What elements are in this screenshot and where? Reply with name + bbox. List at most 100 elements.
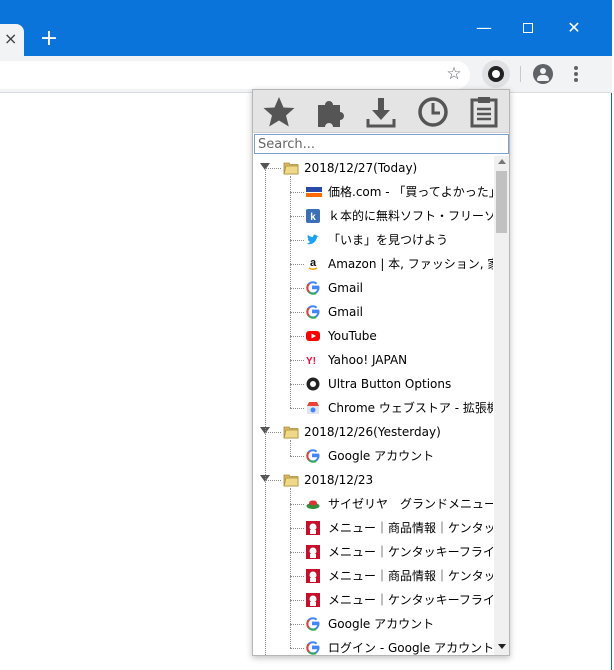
history-entry[interactable]: Gmail — [253, 276, 493, 300]
saizeriya-icon — [306, 497, 320, 511]
scrollbar-thumb[interactable] — [496, 171, 507, 233]
close-window-button[interactable]: ✕ — [562, 18, 586, 38]
svg-text:k: k — [310, 212, 316, 223]
history-entry[interactable]: メニュー｜ケンタッキーフライド — [253, 588, 493, 612]
history-entry-title: メニュー｜商品情報｜ケンタッキー — [328, 521, 493, 535]
vertical-scrollbar[interactable] — [494, 156, 509, 655]
star-icon — [263, 97, 295, 127]
svg-text:Y!: Y! — [306, 356, 316, 367]
extensions-button[interactable] — [314, 95, 348, 129]
tree-connector-line — [290, 360, 304, 361]
bookmarks-star-button[interactable] — [262, 95, 296, 129]
tree-connector-line — [265, 168, 266, 655]
history-day-folder[interactable]: 2018/12/27(Today) — [253, 156, 493, 180]
history-entry-title: サイゼリヤ グランドメニュー — [328, 497, 493, 511]
history-entry[interactable]: Google アカウント — [253, 444, 493, 468]
search-input[interactable] — [254, 134, 509, 154]
google-icon — [306, 281, 320, 295]
scroll-down-icon[interactable] — [498, 644, 506, 649]
twitter-icon — [306, 233, 320, 247]
history-entry[interactable]: 価格.com - 「買ってよかった」 — [253, 180, 493, 204]
tree-connector-line — [290, 288, 304, 289]
browser-tab[interactable]: × — [0, 24, 24, 56]
history-entry-title: Gmail — [328, 281, 364, 295]
webstore-icon — [306, 401, 320, 415]
account-head-icon — [540, 68, 546, 74]
new-tab-button[interactable]: + — [38, 28, 60, 50]
menu-dot-icon — [574, 72, 578, 76]
menu-dot-icon — [574, 66, 578, 70]
folder-icon — [283, 472, 299, 488]
history-entry[interactable]: 「いま」を見つけよう — [253, 228, 493, 252]
maximize-button[interactable] — [516, 18, 540, 38]
history-entry-title: Ultra Button Options — [328, 377, 452, 391]
history-entry[interactable]: ログイン - Google アカウント — [253, 636, 493, 655]
downloads-button[interactable] — [364, 95, 398, 129]
tree-connector-line — [290, 264, 304, 265]
history-entry[interactable]: Y! Yahoo! JAPAN — [253, 348, 493, 372]
tree-connector-line — [290, 552, 304, 553]
yahoo-icon: Y! — [306, 353, 320, 367]
history-entry[interactable]: メニュー｜ケンタッキーフライド — [253, 540, 493, 564]
history-entry-title: ｋ本的に無料ソフト・フリーソ — [328, 209, 493, 223]
tree-connector-line — [290, 600, 304, 601]
history-entry[interactable]: YouTube — [253, 324, 493, 348]
google-icon — [306, 449, 320, 463]
history-entry-title: メニュー｜ケンタッキーフライド — [328, 545, 493, 559]
title-bar: × + — ✕ — [0, 0, 612, 56]
popup-toolbar — [253, 90, 509, 133]
tab-close-icon[interactable]: × — [4, 30, 17, 48]
scroll-up-icon[interactable] — [498, 159, 506, 164]
download-icon — [366, 98, 396, 128]
amazon-icon: a — [306, 257, 320, 271]
history-entry[interactable]: Ultra Button Options — [253, 372, 493, 396]
tree-connector-line — [290, 312, 304, 313]
history-entry-title: ログイン - Google アカウント — [328, 641, 493, 655]
history-tree: 2018/12/27(Today) 価格.com - 「買ってよかった」 k ｋ本的に… — [253, 156, 493, 655]
tree-connector-line — [290, 192, 304, 193]
tree-connector-line — [290, 488, 291, 648]
history-entry[interactable]: サイゼリヤ グランドメニュー — [253, 492, 493, 516]
bookmark-star-icon[interactable]: ☆ — [444, 64, 464, 84]
history-entry[interactable]: Chrome ウェブストア - 拡張機能 — [253, 396, 493, 420]
history-entry-title: Amazon | 本, ファッション, 家電 — [328, 257, 493, 271]
folder-label: 2018/12/23 — [304, 473, 374, 487]
menu-dot-icon — [574, 78, 578, 82]
google-icon — [306, 305, 320, 319]
minimize-button[interactable]: — — [472, 18, 496, 38]
youtube-icon — [306, 329, 320, 343]
puzzle-icon — [318, 101, 344, 127]
maximize-icon — [523, 23, 533, 33]
account-button[interactable] — [533, 64, 553, 84]
history-entry[interactable]: a Amazon | 本, ファッション, 家電 — [253, 252, 493, 276]
history-entry-title: メニュー｜商品情報｜ケンタッキー — [328, 569, 493, 583]
extension-popup: 2018/12/27(Today) 価格.com - 「買ってよかった」 k ｋ本的に… — [252, 89, 510, 656]
tree-connector-line — [290, 624, 304, 625]
tree-connector-line — [290, 648, 304, 649]
google-icon — [306, 641, 320, 655]
ultra-button-extension-button[interactable] — [482, 60, 510, 88]
history-entry[interactable]: k ｋ本的に無料ソフト・フリーソ — [253, 204, 493, 228]
history-day-folder[interactable]: 2018/12/26(Yesterday) — [253, 420, 493, 444]
chrome-menu-button[interactable] — [566, 64, 586, 84]
history-entry-title: Chrome ウェブストア - 拡張機能 — [328, 401, 493, 415]
history-button[interactable] — [416, 95, 450, 129]
tree-connector-line — [290, 216, 304, 217]
history-entry[interactable]: Google アカウント — [253, 612, 493, 636]
clipboard-button[interactable] — [467, 95, 501, 129]
history-entry[interactable]: メニュー｜商品情報｜ケンタッキー — [253, 564, 493, 588]
tree-connector-line — [290, 384, 304, 385]
ultra-button-icon — [488, 66, 504, 82]
k-icon: k — [306, 209, 320, 223]
history-entry[interactable]: メニュー｜商品情報｜ケンタッキー — [253, 516, 493, 540]
tree-connector-line — [290, 576, 304, 577]
clock-icon — [418, 97, 448, 127]
toolbar-separator — [520, 66, 521, 82]
history-entry-title: 「いま」を見つけよう — [328, 233, 449, 247]
kfc-icon — [306, 545, 320, 559]
history-day-folder[interactable]: 2018/12/23 — [253, 468, 493, 492]
history-entry[interactable]: Gmail — [253, 300, 493, 324]
tree-connector-line — [290, 240, 304, 241]
address-bar[interactable] — [0, 61, 470, 89]
tree-connector-line — [290, 528, 304, 529]
